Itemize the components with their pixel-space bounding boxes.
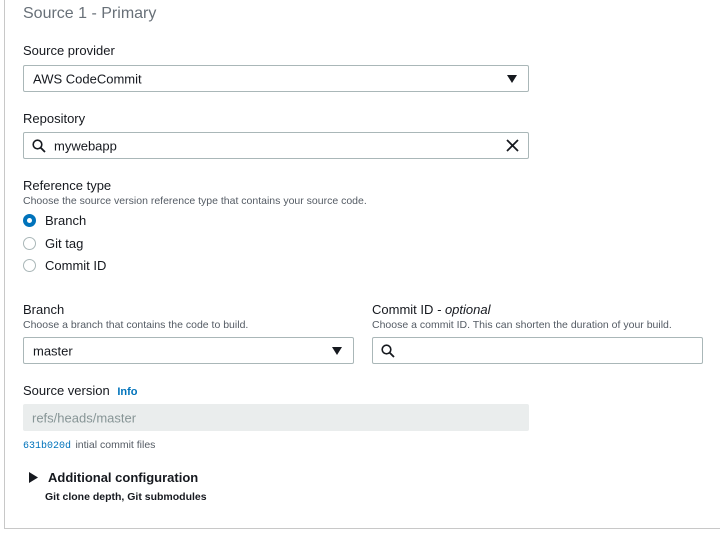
branch-select[interactable]: master [23, 337, 354, 364]
caret-right-icon [29, 472, 38, 483]
branch-value: master [33, 343, 73, 358]
branch-label: Branch [23, 302, 65, 317]
radio-git-tag-label: Git tag [45, 235, 84, 251]
commit-id-label-text: Commit ID [372, 302, 434, 317]
radio-commit-id[interactable]: Commit ID [23, 256, 106, 274]
search-icon [32, 139, 46, 153]
source-provider-label: Source provider [23, 43, 115, 58]
source-version-label: Source version Info [23, 383, 138, 398]
repository-search-input[interactable]: mywebapp [23, 132, 529, 159]
radio-button[interactable] [23, 258, 36, 272]
source-provider-select[interactable]: AWS CodeCommit [23, 65, 529, 92]
radio-git-tag[interactable]: Git tag [23, 234, 83, 252]
branch-description: Choose a branch that contains the code t… [23, 319, 249, 331]
additional-configuration-label: Additional configuration [48, 470, 199, 485]
clear-icon[interactable] [506, 139, 519, 152]
reference-type-label: Reference type [23, 178, 112, 193]
additional-configuration-toggle[interactable]: Additional configuration [29, 470, 198, 485]
dropdown-icon [332, 346, 342, 355]
optional-tag: - optional [437, 302, 491, 317]
dropdown-icon [507, 74, 517, 83]
radio-branch-label: Branch [45, 212, 87, 228]
source-provider-value: AWS CodeCommit [33, 71, 142, 86]
reference-type-description: Choose the source version reference type… [23, 195, 367, 207]
radio-branch[interactable]: Branch [23, 211, 86, 229]
commit-info: 631b020d intial commit files [23, 435, 155, 453]
commit-hash: 631b020d [23, 441, 72, 452]
repository-value: mywebapp [54, 138, 117, 153]
radio-button-selected[interactable] [23, 213, 36, 227]
commit-message: intial commit files [75, 439, 156, 451]
repository-label: Repository [23, 111, 86, 126]
source-version-value: refs/heads/master [32, 410, 137, 425]
source-panel: Source 1 - Primary Source provider AWS C… [4, 0, 720, 529]
source-version-label-text: Source version [23, 383, 110, 398]
radio-button[interactable] [23, 236, 36, 250]
commit-id-search-input[interactable] [372, 337, 703, 364]
search-icon [381, 344, 395, 358]
info-link[interactable]: Info [117, 386, 137, 398]
commit-id-description: Choose a commit ID. This can shorten the… [372, 319, 672, 331]
section-title: Source 1 - Primary [23, 5, 157, 22]
source-version-field: refs/heads/master [23, 404, 529, 431]
additional-configuration-description: Git clone depth, Git submodules [45, 491, 207, 503]
commit-id-label: Commit ID - optional [372, 302, 491, 317]
radio-commit-id-label: Commit ID [45, 257, 107, 273]
